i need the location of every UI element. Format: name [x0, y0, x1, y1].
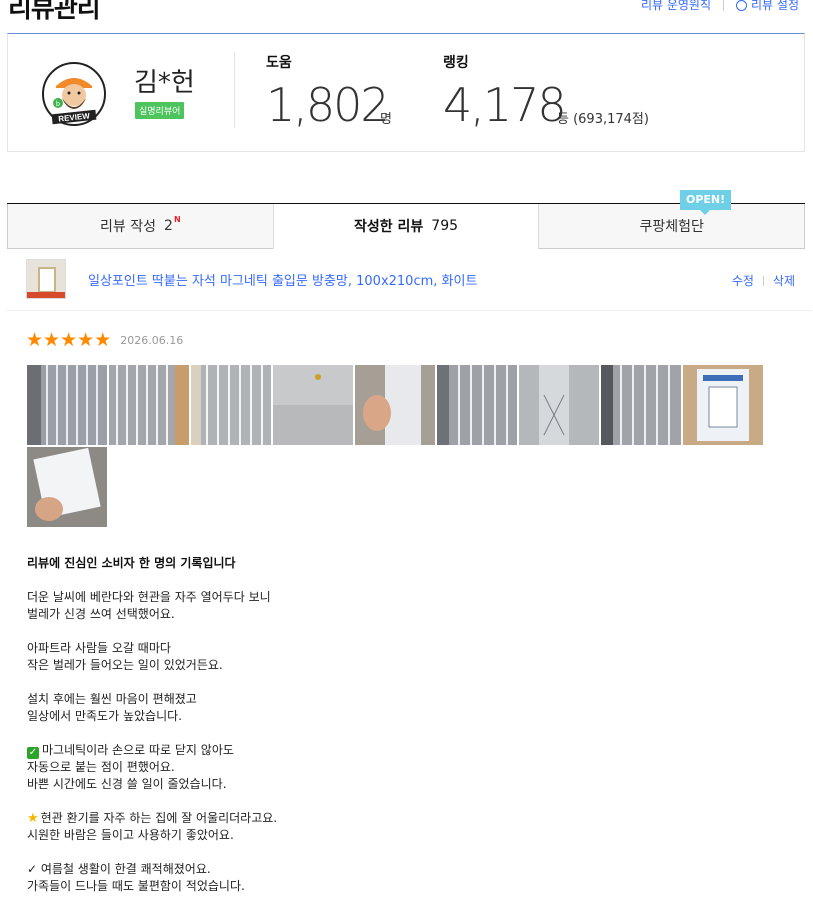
review-photo[interactable] — [191, 365, 271, 445]
review-line: 아파트라 사람들 오갈 때마다 — [27, 641, 171, 655]
avatar: b REVIEW — [42, 62, 106, 126]
review-line: 작은 벌레가 들어오는 일이 있었거든요. — [27, 658, 223, 672]
product-row: 일상포인트 딱붙는 자석 마그네틱 출입문 방충망, 100x210cm, 화이… — [7, 250, 812, 311]
tab-written-reviews[interactable]: 작성한 리뷰 795 — [272, 204, 539, 249]
review-policy-link[interactable]: 리뷰 운영원칙 — [641, 0, 711, 13]
review-line-with-icon: ✓ 여름철 생활이 한결 쾌적해졌어요. — [27, 861, 277, 878]
top-links: 리뷰 운영원칙 리뷰 설정 — [641, 0, 799, 13]
real-name-reviewer-badge: 실명리뷰어 — [135, 102, 185, 119]
edit-button[interactable]: 수정 — [732, 272, 754, 289]
user-name: 김*헌 — [134, 68, 195, 98]
review-photo[interactable] — [27, 365, 107, 445]
review-line-with-icon: ★ 현관 환기를 자주 하는 집에 잘 어울리더라고요. — [27, 810, 277, 827]
rank-label: 랭킹 — [443, 55, 469, 71]
rating: ★ ★ ★ ★ ★ 2026.06.16 — [26, 331, 183, 350]
review-line: 가족들이 드나들 때도 불편함이 적었습니다. — [27, 879, 245, 893]
review-line-text: 마그네틱이라 손으로 따로 닫지 않아도 — [42, 743, 234, 757]
review-date: 2026.06.16 — [120, 334, 184, 347]
divider — [762, 275, 764, 286]
review-photo[interactable] — [437, 365, 517, 445]
tab-label: 리뷰 작성 — [100, 219, 157, 235]
tab-count: 2 — [164, 218, 173, 234]
review-line-text: 여름철 생활이 한결 쾌적해졌어요. — [40, 862, 211, 876]
star-icon: ★ — [94, 329, 112, 351]
product-thumbnail[interactable] — [26, 259, 66, 299]
checkmark-icon: ✓ — [27, 862, 41, 876]
gear-icon — [736, 0, 748, 11]
review-settings-link[interactable]: 리뷰 설정 — [751, 0, 799, 13]
review-photo[interactable] — [273, 365, 353, 445]
svg-text:b: b — [56, 101, 60, 108]
star-icon: ★ — [77, 329, 95, 351]
star-icon: ★ — [60, 329, 78, 351]
help-label: 도움 — [266, 55, 292, 71]
review-line: 더운 날씨에 베란다와 현관을 자주 열어두다 보니 — [27, 590, 271, 604]
review-photo[interactable] — [519, 365, 599, 445]
new-badge: N — [173, 214, 181, 224]
review-paragraph: 더운 날씨에 베란다와 현관을 자주 열어두다 보니 벌레가 신경 쓰여 선택했… — [27, 589, 277, 623]
help-value: 1,802 — [266, 78, 390, 132]
rank-unit: 등 (693,174점) — [557, 112, 649, 127]
review-photo[interactable] — [683, 365, 763, 445]
help-unit: 명 — [380, 112, 392, 127]
divider — [234, 52, 235, 128]
star-icon: ★ — [43, 329, 61, 351]
review-line: 자동으로 붙는 점이 편했어요. — [27, 760, 175, 774]
tab-coupang-experience[interactable]: 쿠팡체험단 — [538, 204, 806, 249]
product-name-link[interactable]: 일상포인트 딱붙는 자석 마그네틱 출입문 방충망, 100x210cm, 화이… — [88, 270, 477, 289]
review-photo[interactable] — [355, 365, 435, 445]
open-tag: OPEN! — [680, 190, 732, 215]
rank-value: 4,178 — [443, 78, 567, 132]
review-line: 설치 후에는 훨씬 마음이 편해졌고 — [27, 692, 197, 706]
review-line: 시원한 바람은 들이고 사용하기 좋았어요. — [27, 828, 234, 842]
review-line: 벌레가 신경 쓰여 선택했어요. — [27, 607, 175, 621]
page-title: 리뷰관리 — [8, 0, 101, 24]
review-body: 더운 날씨에 베란다와 현관을 자주 열어두다 보니 벌레가 신경 쓰여 선택했… — [27, 589, 277, 912]
review-paragraph: 아파트라 사람들 오갈 때마다 작은 벌레가 들어오는 일이 있었거든요. — [27, 640, 277, 674]
delete-button[interactable]: 삭제 — [773, 272, 795, 289]
review-line-text: 현관 환기를 자주 하는 집에 잘 어울리더라고요. — [40, 811, 278, 825]
review-title: 리뷰에 진심인 소비자 한 명의 기록입니다 — [27, 556, 236, 570]
check-box-icon: ✓ — [27, 747, 39, 759]
profile-card: b REVIEW 김*헌 실명리뷰어 도움 1,802 명 랭킹 4,178 등… — [7, 33, 805, 152]
review-paragraph: 설치 후에는 훨씬 마음이 편해졌고 일상에서 만족도가 높았습니다. — [27, 691, 277, 725]
tab-write-review[interactable]: 리뷰 작성 2N — [7, 204, 273, 249]
divider — [723, 0, 725, 11]
review-photo[interactable] — [27, 447, 107, 527]
thumbnail-band — [27, 292, 65, 298]
review-paragraph: ✓ 마그네틱이라 손으로 따로 닫지 않아도 자동으로 붙는 점이 편했어요. 바… — [27, 742, 277, 793]
product-actions: 수정 삭제 — [732, 272, 795, 289]
door-illustration — [38, 267, 56, 293]
star-icon: ★ — [27, 811, 39, 826]
star-icon: ★ — [26, 329, 44, 351]
review-photo[interactable] — [109, 365, 189, 445]
tab-label: 작성한 리뷰 — [354, 219, 424, 235]
review-line-with-icon: ✓ 마그네틱이라 손으로 따로 닫지 않아도 — [27, 742, 277, 759]
review-photo[interactable] — [601, 365, 681, 445]
review-paragraph: ★ 현관 환기를 자주 하는 집에 잘 어울리더라고요. 시원한 바람은 들이고 … — [27, 810, 277, 844]
review-line: 일상에서 만족도가 높았습니다. — [27, 709, 182, 723]
tab-label: 쿠팡체험단 — [639, 219, 704, 235]
tab-count: 795 — [431, 218, 459, 234]
review-line: 바쁜 시간에도 신경 쓸 일이 줄었습니다. — [27, 777, 227, 791]
review-paragraph: ✓ 여름철 생활이 한결 쾌적해졌어요. 가족들이 드나들 때도 불편함이 적었… — [27, 861, 277, 895]
